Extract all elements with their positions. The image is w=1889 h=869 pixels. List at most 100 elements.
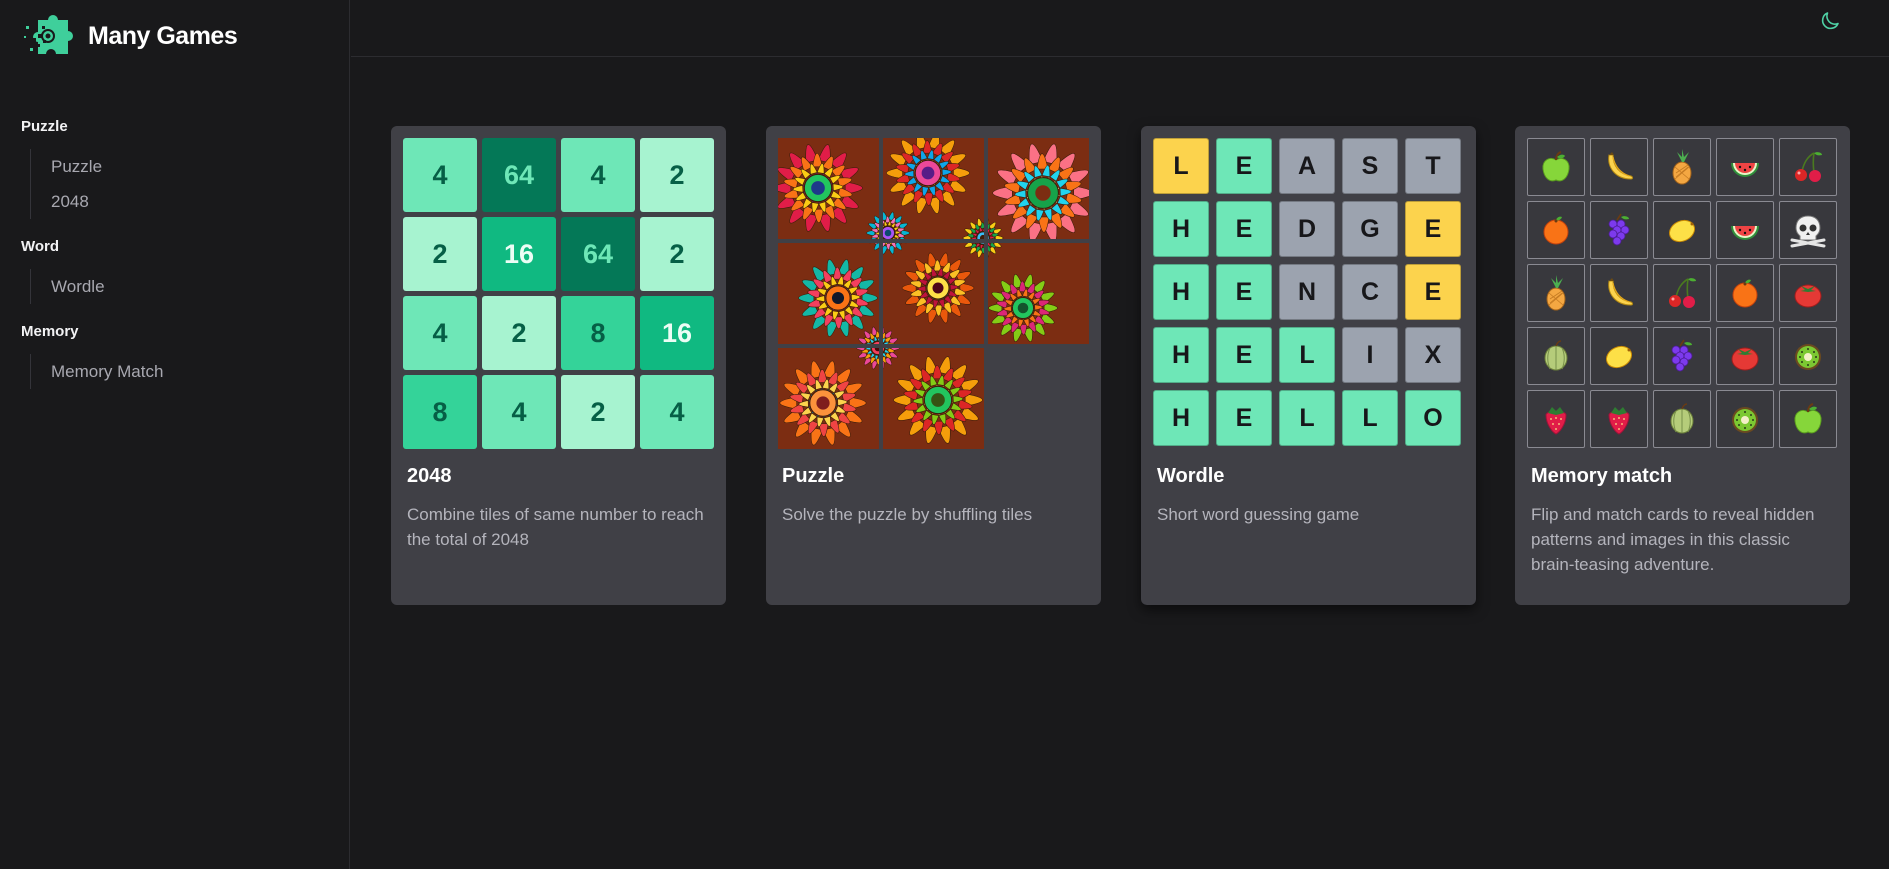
nav-group-title: Memory: [21, 323, 79, 340]
tile-2048: 2: [640, 217, 714, 291]
wordle-tile-absent: I: [1342, 327, 1398, 383]
memory-card[interactable]: [1716, 390, 1774, 448]
card-description: Combine tiles of same number to reach th…: [407, 505, 704, 549]
preview-memory-board: [1527, 138, 1838, 449]
memory-card[interactable]: [1716, 264, 1774, 322]
app-name: Many Games: [88, 21, 238, 50]
memory-card[interactable]: [1653, 201, 1711, 259]
puzzle-tile: [988, 138, 1089, 239]
cherry-icon: [1669, 278, 1696, 308]
wordle-tile-correct: H: [1153, 390, 1209, 446]
sidebar-item-wordle[interactable]: Wordle: [51, 269, 341, 304]
memory-card[interactable]: [1653, 390, 1711, 448]
memory-card[interactable]: [1716, 327, 1774, 385]
lemon-icon: [1668, 219, 1696, 243]
memory-card[interactable]: [1527, 327, 1585, 385]
nav-group-word: Word Wordle: [21, 237, 341, 304]
apple-icon: [1542, 151, 1570, 182]
puzzle-tile: [778, 348, 879, 449]
grapes-icon: [1671, 339, 1693, 372]
memory-card[interactable]: [1716, 201, 1774, 259]
tile-2048: 4: [482, 375, 556, 449]
memory-card[interactable]: [1653, 327, 1711, 385]
memory-card[interactable]: [1527, 390, 1585, 448]
memory-card[interactable]: [1590, 390, 1648, 448]
memory-card[interactable]: [1590, 201, 1648, 259]
preview-2048-board: 4 64 4 2 2 16 64 2 4 2 8 16 8 4 2 4: [403, 138, 714, 449]
game-card-wordle[interactable]: LEASTHEDGEHENCEHELIXHELLO Wordle Short w…: [1141, 126, 1476, 605]
memory-card[interactable]: [1716, 138, 1774, 196]
sidebar-item-2048[interactable]: 2048: [51, 184, 341, 219]
wordle-tile-correct: E: [1216, 327, 1272, 383]
puzzle-empty-slot: [988, 348, 1089, 449]
wordle-tile-correct: E: [1216, 390, 1272, 446]
wordle-tile-absent: N: [1279, 264, 1335, 320]
memory-card[interactable]: [1779, 264, 1837, 322]
wordle-tile-present: L: [1153, 138, 1209, 194]
game-card-puzzle[interactable]: Puzzle Solve the puzzle by shuffling til…: [766, 126, 1101, 605]
card-title: Puzzle: [782, 465, 845, 487]
wordle-tile-correct: O: [1405, 390, 1461, 446]
kiwi-icon: [1795, 344, 1821, 370]
wordle-tile-absent: C: [1342, 264, 1398, 320]
watermelon-icon: [1731, 163, 1759, 177]
wordle-tile-correct: E: [1216, 264, 1272, 320]
moon-icon[interactable]: [1818, 9, 1842, 33]
memory-card[interactable]: [1653, 138, 1711, 196]
wordle-tile-absent: S: [1342, 138, 1398, 194]
game-card-2048[interactable]: 4 64 4 2 2 16 64 2 4 2 8 16 8 4 2 4 2048 Combine tiles …: [391, 126, 726, 605]
lemon-icon: [1605, 345, 1633, 369]
nav-list: Wordle: [30, 269, 341, 304]
wordle-tile-correct: L: [1279, 390, 1335, 446]
wordle-tile-correct: H: [1153, 264, 1209, 320]
kiwi-icon: [1732, 407, 1758, 433]
tile-2048: 16: [482, 217, 556, 291]
memory-card[interactable]: [1779, 138, 1837, 196]
memory-card[interactable]: [1779, 201, 1837, 259]
tomato-icon: [1731, 347, 1759, 371]
puzzle-tile: [778, 138, 879, 239]
tile-2048: 4: [403, 138, 477, 212]
memory-card[interactable]: [1590, 327, 1648, 385]
card-title: Wordle: [1157, 465, 1225, 487]
melon-icon: [1544, 340, 1568, 371]
wordle-tile-absent: A: [1279, 138, 1335, 194]
strawberry-icon: [1545, 407, 1567, 435]
skull-icon: [1790, 215, 1826, 248]
nav-group-memory: Memory Memory Match: [21, 322, 341, 389]
wordle-tile-correct: L: [1279, 327, 1335, 383]
nav-group-title: Word: [21, 238, 60, 255]
tile-2048: 16: [640, 296, 714, 370]
sidebar-nav: Puzzle Puzzle 2048 Word Wordle Memory Me…: [21, 117, 341, 407]
wordle-tile-absent: T: [1405, 138, 1461, 194]
nav-list: Memory Match: [30, 354, 341, 389]
tomato-icon: [1794, 284, 1822, 308]
pineapple-icon: [1672, 149, 1692, 185]
memory-card[interactable]: [1590, 138, 1648, 196]
top-bar: [351, 0, 1889, 57]
game-card-memory-match[interactable]: Memory match Flip and match cards to rev…: [1515, 126, 1850, 605]
banana-icon: [1608, 278, 1633, 306]
memory-card[interactable]: [1590, 264, 1648, 322]
memory-card[interactable]: [1653, 264, 1711, 322]
wordle-tile-correct: H: [1153, 201, 1209, 257]
grapes-icon: [1608, 213, 1630, 246]
wordle-tile-correct: E: [1216, 201, 1272, 257]
wordle-tile-correct: L: [1342, 390, 1398, 446]
preview-wordle-board: LEASTHEDGEHENCEHELIXHELLO: [1153, 138, 1464, 449]
memory-card[interactable]: [1527, 201, 1585, 259]
tile-2048: 2: [403, 217, 477, 291]
sidebar-item-memory-match[interactable]: Memory Match: [51, 354, 341, 389]
memory-card[interactable]: [1779, 327, 1837, 385]
memory-card[interactable]: [1527, 138, 1585, 196]
wordle-tile-present: E: [1405, 264, 1461, 320]
tile-2048: 4: [403, 296, 477, 370]
tile-2048: 8: [403, 375, 477, 449]
sidebar-item-puzzle[interactable]: Puzzle: [51, 149, 341, 184]
card-description: Short word guessing game: [1157, 505, 1360, 524]
memory-card[interactable]: [1527, 264, 1585, 322]
puzzle-tile: [883, 348, 984, 449]
memory-card[interactable]: [1779, 390, 1837, 448]
banana-icon: [1608, 152, 1633, 180]
brand[interactable]: Many Games: [24, 12, 238, 60]
